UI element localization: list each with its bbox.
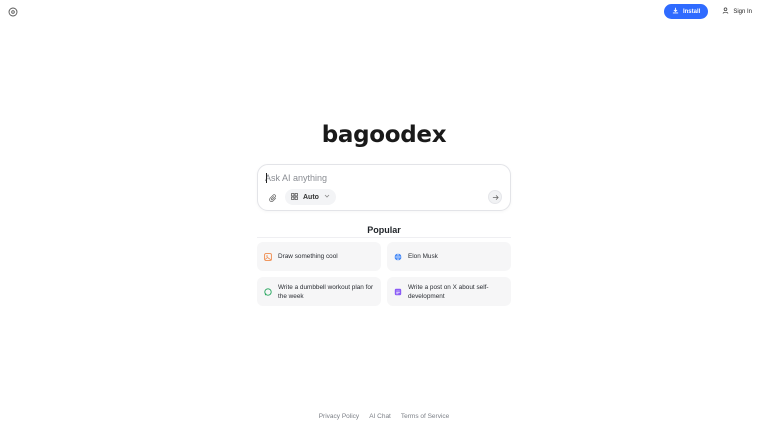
popular-card-workout[interactable]: Write a dumbbell workout plan for the we… — [257, 277, 381, 306]
footer: Privacy Policy AI Chat Terms of Service — [0, 413, 768, 420]
logo: bagoodex — [321, 122, 447, 148]
popular-card-label: Draw something cool — [278, 253, 338, 260]
download-icon — [672, 7, 679, 16]
grid-icon — [291, 192, 298, 202]
search-box: Auto — [257, 164, 511, 211]
popular-card-draw[interactable]: Draw something cool — [257, 242, 381, 271]
header-actions: Install Sign In — [663, 4, 756, 19]
image-icon — [264, 252, 272, 261]
user-icon — [722, 7, 729, 16]
globe-icon — [394, 252, 402, 261]
privacy-policy-link[interactable]: Privacy Policy — [319, 413, 359, 420]
send-button[interactable] — [488, 190, 502, 204]
chat-icon — [264, 287, 272, 296]
terms-of-service-link[interactable]: Terms of Service — [401, 413, 449, 420]
mode-label: Auto — [303, 193, 319, 201]
text-caret — [266, 173, 267, 183]
popular-card-post[interactable]: Write a post on X about self-development — [387, 277, 511, 306]
arrow-right-icon — [492, 188, 499, 206]
install-button[interactable]: Install — [663, 4, 709, 19]
document-icon — [394, 288, 402, 296]
ai-chat-link[interactable]: AI Chat — [369, 413, 391, 420]
popular-card-label: Write a dumbbell workout plan for the we… — [278, 283, 374, 300]
popular-card-label: Elon Musk — [408, 253, 438, 260]
paperclip-icon[interactable] — [267, 192, 279, 204]
popular-cards: Draw something cool Elon Musk Write a du… — [257, 242, 511, 306]
chevron-down-icon — [324, 193, 330, 201]
sign-in-button[interactable]: Sign In — [718, 4, 756, 19]
sign-in-label: Sign In — [733, 8, 752, 15]
popular-card-label: Write a post on X about self-development — [408, 283, 489, 300]
popular-card-elon[interactable]: Elon Musk — [387, 242, 511, 271]
mode-selector[interactable]: Auto — [285, 189, 336, 205]
popular-divider — [257, 237, 511, 238]
page: Install Sign In bagoodex Ask AI anything… — [0, 0, 768, 432]
install-label: Install — [682, 8, 701, 15]
popular-title: Popular — [367, 225, 401, 235]
settings-circle-icon[interactable] — [7, 6, 19, 18]
search-input[interactable] — [265, 171, 495, 185]
